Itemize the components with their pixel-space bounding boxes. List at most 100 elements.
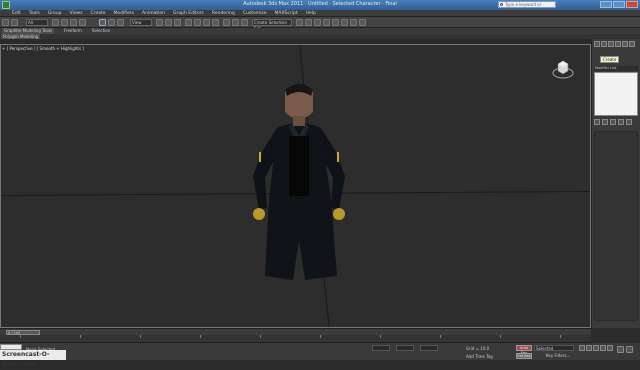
tick-mark: [140, 335, 141, 338]
remove-modifier-icon[interactable]: [618, 119, 624, 125]
polygon-modeling-label[interactable]: Polygon Modeling: [1, 34, 41, 39]
menu-tools[interactable]: Tools: [29, 10, 40, 16]
keyboard-shortcut-icon[interactable]: [174, 19, 181, 26]
y-coord-field[interactable]: [396, 345, 414, 351]
modifier-stack[interactable]: [594, 72, 638, 116]
x-coord-field[interactable]: [372, 345, 390, 351]
viewport-label[interactable]: + ] Perspective ] [ Smooth + Highlights …: [2, 46, 84, 51]
auto-key-button[interactable]: Auto Key: [516, 345, 532, 355]
menu-edit[interactable]: Edit: [12, 10, 21, 16]
display-tab-icon[interactable]: [622, 41, 628, 47]
hierarchy-tab-icon[interactable]: [608, 41, 614, 47]
select-by-name-icon[interactable]: [61, 19, 68, 26]
modifier-stack-tools: [594, 119, 638, 126]
orbit-icon[interactable]: [626, 346, 633, 353]
select-and-move-icon[interactable]: [99, 19, 106, 26]
pivot-center-icon[interactable]: [156, 19, 163, 26]
undo-icon[interactable]: [2, 19, 9, 26]
render-setup-icon[interactable]: [341, 19, 348, 26]
motion-tab-icon[interactable]: [615, 41, 621, 47]
spinner-snap-icon[interactable]: [212, 19, 219, 26]
named-selection-set-dropdown[interactable]: Create Selection Set: [252, 19, 292, 31]
close-button[interactable]: [626, 1, 638, 8]
play-icon[interactable]: [593, 345, 599, 351]
rectangular-selection-icon[interactable]: [70, 19, 77, 26]
select-manipulate-icon[interactable]: [165, 19, 172, 26]
percent-snap-icon[interactable]: [203, 19, 210, 26]
selection-filter-dropdown[interactable]: All: [26, 19, 48, 26]
menu-create[interactable]: Create: [91, 10, 106, 16]
curve-editor-icon[interactable]: [314, 19, 321, 26]
minimize-button[interactable]: [600, 1, 612, 8]
search-icon: [500, 3, 503, 6]
create-tooltip: Create: [600, 56, 620, 63]
go-to-start-icon[interactable]: [579, 345, 585, 351]
window-crossing-icon[interactable]: [79, 19, 86, 26]
menu-customize[interactable]: Customize: [243, 10, 267, 16]
add-time-tag[interactable]: Add Time Tag: [466, 354, 493, 359]
tick-mark: [260, 335, 261, 338]
key-mode-dropdown[interactable]: Selected: [534, 345, 574, 351]
set-key-button[interactable]: Set Key: [516, 353, 532, 359]
app-logo-icon[interactable]: [2, 1, 10, 9]
command-panel-tabs: [592, 39, 640, 47]
ribbon-panel: Polygon Modeling: [0, 34, 640, 39]
tick-mark: [320, 335, 321, 338]
layer-manager-icon[interactable]: [296, 19, 303, 26]
menu-views[interactable]: Views: [70, 10, 83, 16]
maximize-button[interactable]: [613, 1, 625, 8]
parameters-rollout: [594, 131, 638, 321]
menu-group[interactable]: Group: [48, 10, 62, 16]
key-filters-button[interactable]: Key Filters...: [546, 353, 570, 358]
tick-mark: [560, 335, 561, 338]
make-unique-icon[interactable]: [610, 119, 616, 125]
snaps-toggle-icon[interactable]: [185, 19, 192, 26]
show-end-result-icon[interactable]: [602, 119, 608, 125]
modifier-list-dropdown[interactable]: Modifier List: [594, 66, 638, 71]
utilities-tab-icon[interactable]: [629, 41, 635, 47]
reference-coordinate-dropdown[interactable]: View: [130, 19, 152, 26]
create-tab-icon[interactable]: [594, 41, 600, 47]
schematic-view-icon[interactable]: [323, 19, 330, 26]
render-production-icon[interactable]: [359, 19, 366, 26]
tick-mark: [20, 335, 21, 338]
previous-frame-icon[interactable]: [586, 345, 592, 351]
z-coord-field[interactable]: [420, 345, 438, 351]
rendered-frame-window-icon[interactable]: [350, 19, 357, 26]
select-and-scale-icon[interactable]: [117, 19, 124, 26]
pin-stack-icon[interactable]: [594, 119, 600, 125]
menu-maxscript[interactable]: MAXScript: [275, 10, 298, 16]
perspective-viewport[interactable]: + ] Perspective ] [ Smooth + Highlights …: [0, 44, 591, 328]
character-model[interactable]: [239, 80, 359, 290]
edit-named-selection-icon[interactable]: [223, 19, 230, 26]
zoom-icon[interactable]: [617, 346, 624, 353]
search-input[interactable]: Type a keyword or phrase: [498, 1, 556, 12]
graphite-toggle-icon[interactable]: [305, 19, 312, 26]
menu-graph-editors[interactable]: Graph Editors: [173, 10, 204, 16]
modify-tab-icon[interactable]: [601, 41, 607, 47]
redo-icon[interactable]: [11, 19, 18, 26]
menu-help[interactable]: Help: [306, 10, 316, 16]
menu-modifiers[interactable]: Modifiers: [114, 10, 135, 16]
align-icon[interactable]: [241, 19, 248, 26]
command-panel: Create Modifier List: [591, 39, 640, 328]
menu-bar: Edit Tools Group Views Create Modifiers …: [0, 10, 640, 17]
window-controls: [600, 1, 638, 8]
viewcube-icon[interactable]: [552, 58, 574, 80]
angle-snap-icon[interactable]: [194, 19, 201, 26]
time-slider-bar: 0 / 100: [0, 328, 591, 335]
menu-animation[interactable]: Animation: [142, 10, 165, 16]
menu-rendering[interactable]: Rendering: [212, 10, 235, 16]
select-and-rotate-icon[interactable]: [108, 19, 115, 26]
tick-mark: [200, 335, 201, 338]
tick-mark: [500, 335, 501, 338]
select-object-icon[interactable]: [52, 19, 59, 26]
mirror-icon[interactable]: [232, 19, 239, 26]
go-to-end-icon[interactable]: [607, 345, 613, 351]
tick-mark: [440, 335, 441, 338]
configure-sets-icon[interactable]: [626, 119, 632, 125]
material-editor-icon[interactable]: [332, 19, 339, 26]
trackbar[interactable]: [0, 335, 591, 343]
next-frame-icon[interactable]: [600, 345, 606, 351]
tick-mark: [80, 335, 81, 338]
